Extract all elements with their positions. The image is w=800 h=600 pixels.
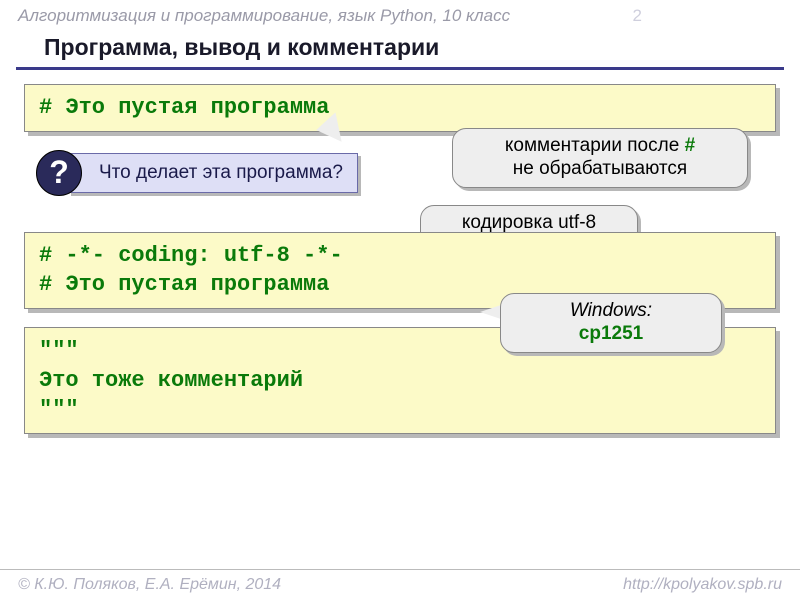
callout1-before: комментарии после <box>505 135 685 156</box>
question-text: Что делает эта программа? <box>68 153 358 193</box>
code2-line2: # Это пустая программа <box>39 272 329 297</box>
course-title: Алгоритмизация и программирование, язык … <box>18 6 510 26</box>
hash-icon: # <box>685 135 696 156</box>
footer-copyright: © К.Ю. Поляков, Е.А. Ерёмин, 2014 <box>18 576 281 594</box>
callout-comments: комментарии после # не обрабатываются <box>452 128 748 188</box>
page-number: 2 <box>633 6 642 26</box>
footer-url: http://kpolyakov.spb.ru <box>623 576 782 594</box>
code-block-1: # Это пустая программа <box>24 84 776 132</box>
footer: © К.Ю. Поляков, Е.А. Ерёмин, 2014 http:/… <box>0 569 800 600</box>
header-bar: Алгоритмизация и программирование, язык … <box>0 0 800 30</box>
slide-title: Программа, вывод и комментарии <box>16 30 784 70</box>
callout1-after: не обрабатываются <box>513 158 687 179</box>
question-mark-icon: ? <box>36 150 82 196</box>
code2-line1: # -*- coding: utf-8 -*- <box>39 243 343 268</box>
callout3-value: cp1251 <box>517 323 705 346</box>
code3-line3: """ <box>39 397 79 422</box>
callout2-line1: кодировка utf-8 <box>462 212 596 233</box>
callout3-label: Windows: <box>570 300 652 321</box>
code3-line2: Это тоже комментарий <box>39 368 303 393</box>
code3-line1: """ <box>39 338 79 363</box>
code1-line1: # Это пустая программа <box>39 95 329 120</box>
callout-windows: Windows: cp1251 <box>500 293 722 353</box>
